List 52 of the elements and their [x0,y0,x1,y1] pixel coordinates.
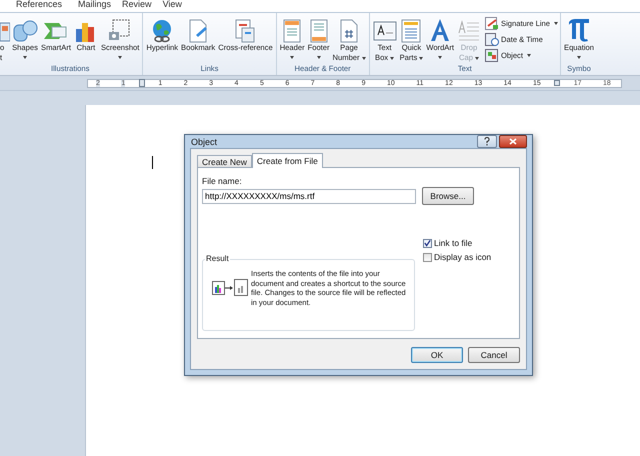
indent-marker-icon[interactable] [554,80,560,86]
text-cursor [152,156,153,169]
checkbox[interactable] [423,238,432,248]
dialog-button[interactable]: OK [411,347,463,363]
ribbon-tab[interactable]: Mailings [71,0,120,9]
caret-icon [474,56,479,60]
linked-file-icon [212,279,248,297]
caret-icon [390,56,394,60]
caret-icon [419,56,424,60]
caret-icon [362,56,366,60]
caret-icon [438,56,442,59]
caret-icon [23,56,27,59]
dialog-tab[interactable]: Create from File [252,153,323,168]
date-time-icon [485,32,500,46]
indent-marker-icon[interactable] [138,79,145,87]
bookmark-icon [187,19,210,43]
footer-icon [308,19,329,43]
text-box-icon [372,19,397,43]
caret-icon [118,56,122,59]
shapes-icon [12,19,38,43]
file-name-field[interactable]: http://XXXXXXXXX/ms/ms.rtf [202,188,416,204]
caret-icon [526,54,531,56]
dialog-tab[interactable]: Create New [197,155,252,167]
drop-cap-icon [457,19,482,43]
field-label: File name: [202,176,243,186]
picture-icon [0,21,10,43]
dialog-title: Object [190,136,218,146]
ribbon-tab[interactable]: View [160,0,191,9]
groupbox-title: Result [205,254,230,263]
dialog-button[interactable]: Cancel [468,347,520,363]
browse-button[interactable]: Browse... [422,187,474,205]
help-button[interactable] [477,135,497,148]
close-icon [509,138,517,145]
ribbon-tab[interactable]: Review [120,0,161,9]
equation-icon [566,17,591,43]
checkbox[interactable] [423,252,432,262]
caret-icon [554,22,558,24]
page-number-icon [339,19,360,43]
object-icon [485,48,500,62]
quick-parts-icon [400,19,422,43]
checkbox-option[interactable]: Link to file [423,238,492,248]
signature-line-icon [485,16,500,30]
caret-icon [290,56,294,59]
header-icon [282,19,302,43]
cross-reference-icon [234,19,256,43]
caret-icon [576,56,581,59]
wordart-icon [429,17,452,43]
checkbox-option[interactable]: Display as icon [423,252,492,262]
help-icon [484,137,490,146]
close-button[interactable] [499,135,527,148]
ribbon-tab[interactable]: References [14,0,72,9]
caret-icon [316,56,321,59]
